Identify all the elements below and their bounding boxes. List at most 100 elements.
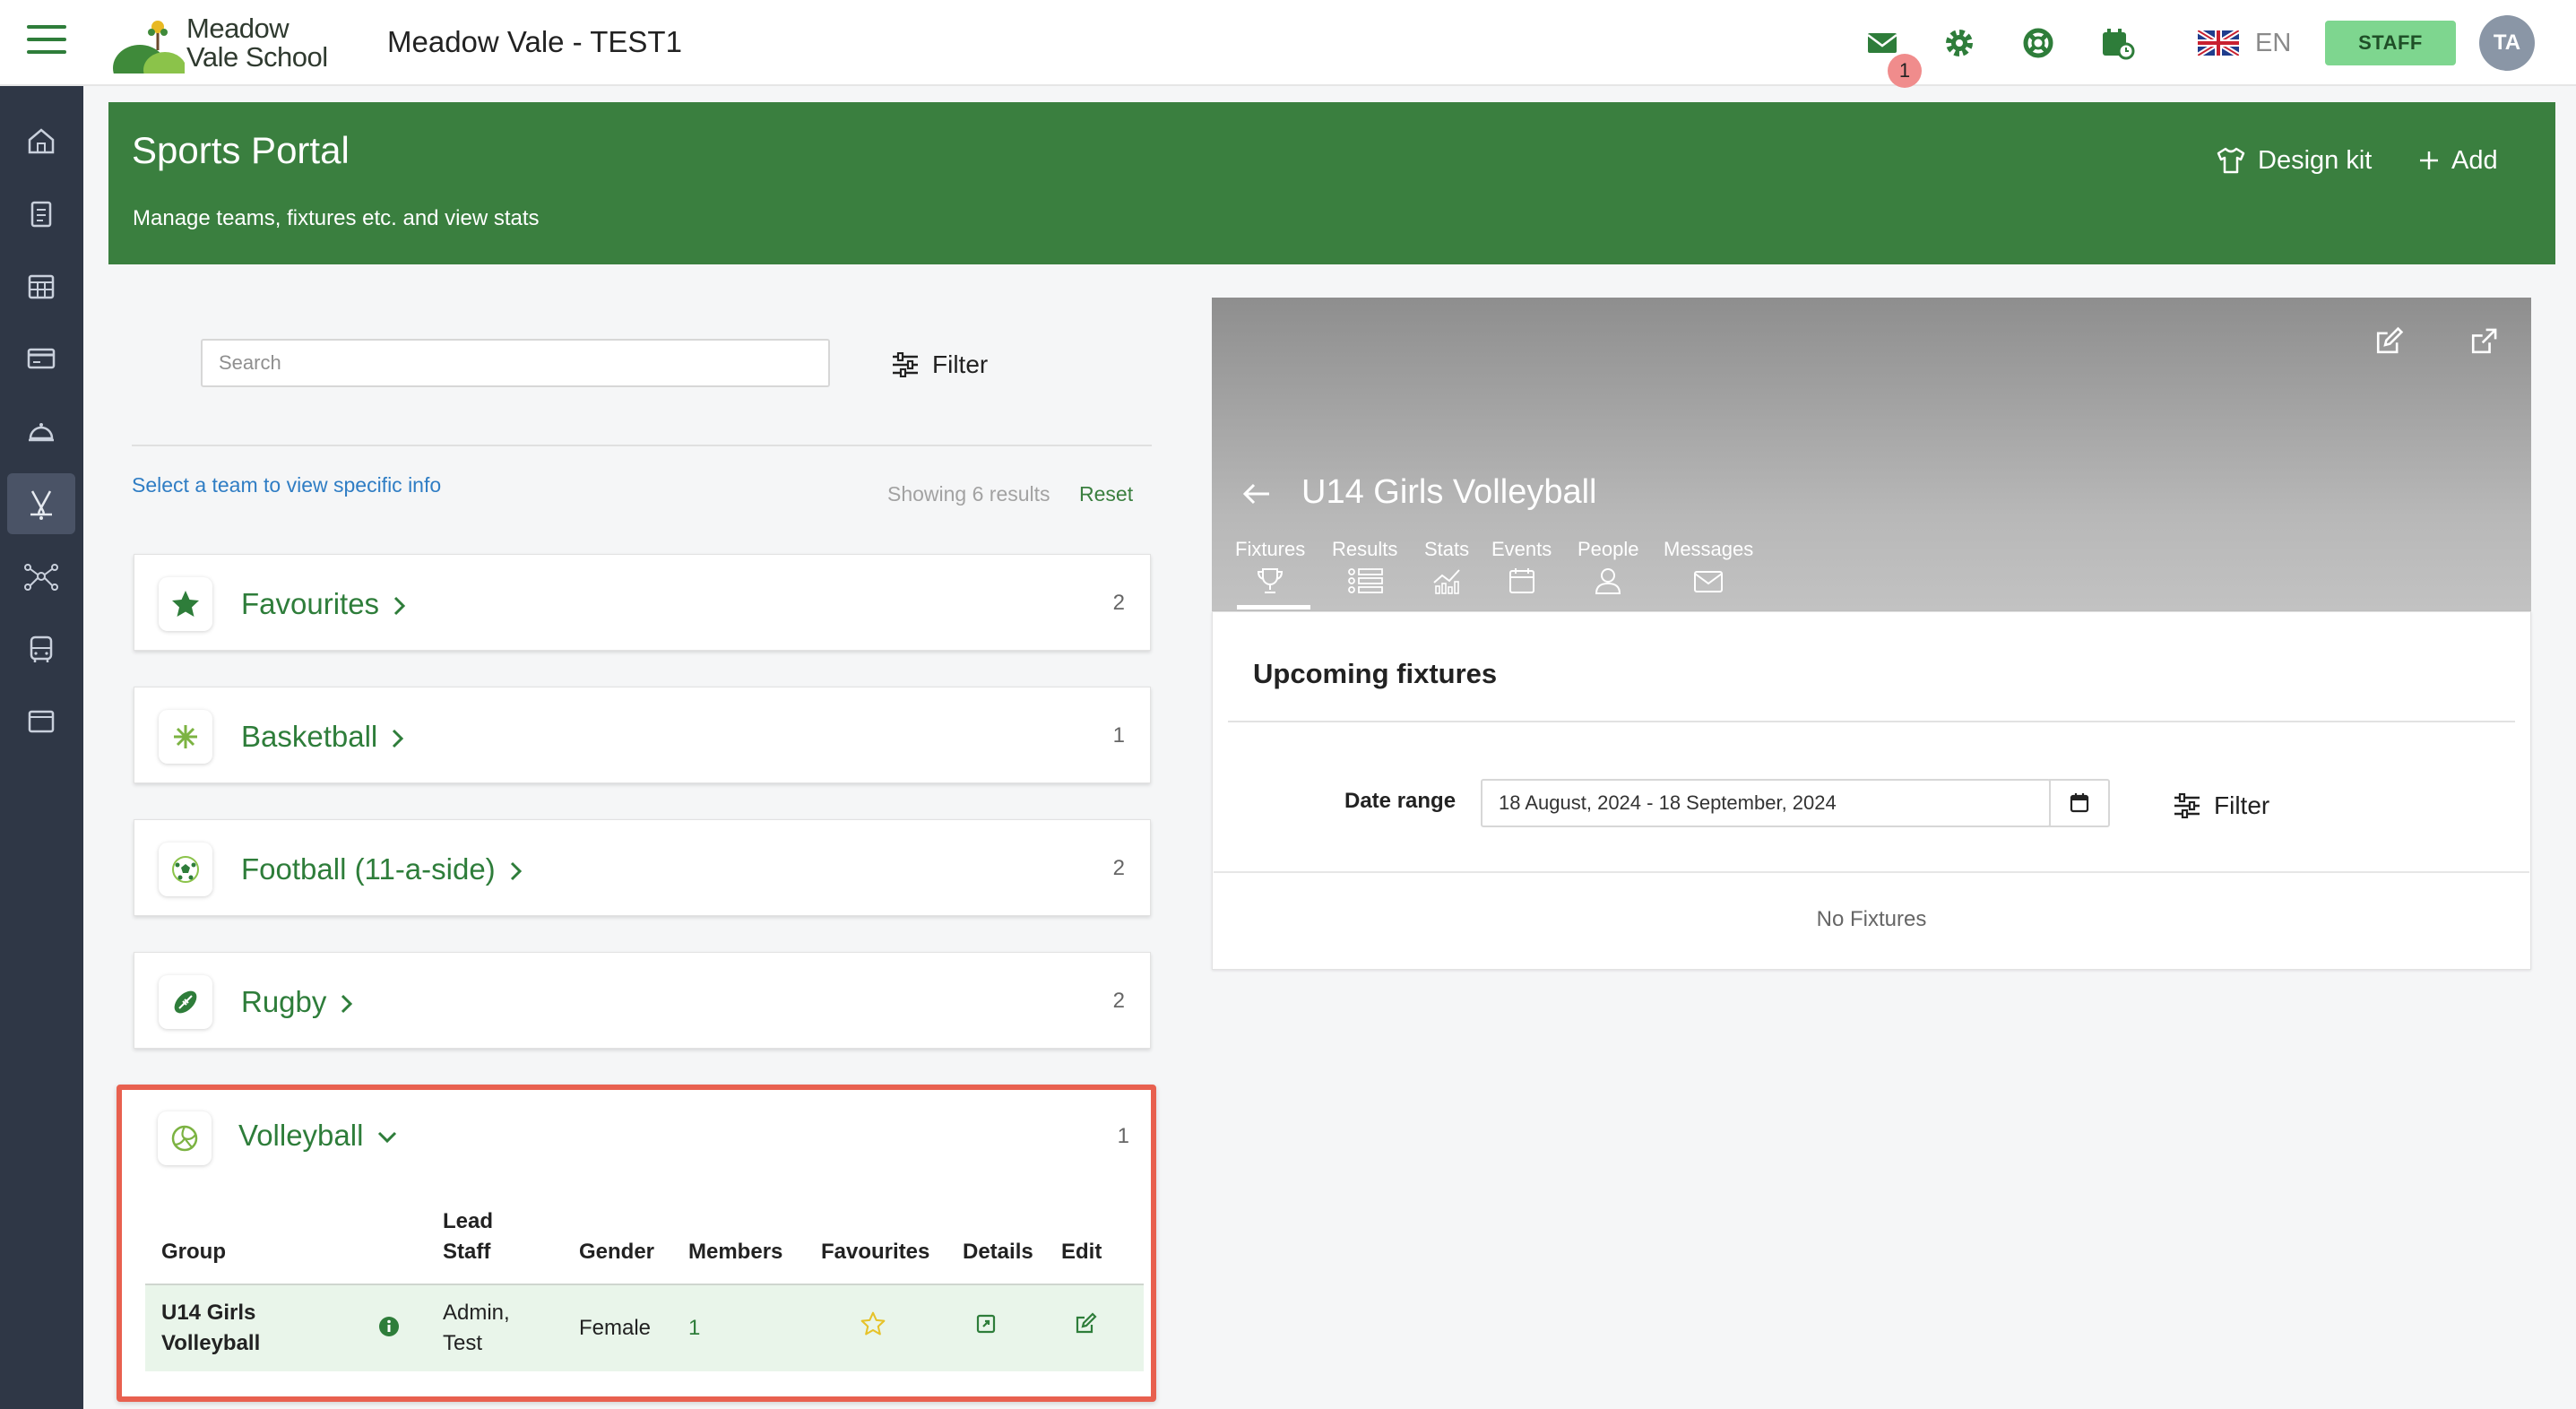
school-logo[interactable]: Meadow Vale School	[113, 13, 328, 73]
basketball-icon	[159, 710, 212, 764]
sport-card-basketball[interactable]: Basketball 1	[134, 687, 1151, 783]
filter-button[interactable]: Filter	[891, 345, 988, 385]
sidebar-item-tasks[interactable]	[7, 183, 75, 244]
card-icon	[27, 348, 56, 369]
column-header-lead-staff: Lead Staff	[443, 1209, 494, 1264]
uk-flag-icon[interactable]	[2198, 30, 2239, 56]
filter-label: Filter	[2214, 791, 2270, 819]
cloche-icon	[29, 423, 54, 442]
add-button[interactable]: Add	[2417, 138, 2498, 183]
trophy-icon	[1258, 568, 1284, 593]
sport-card-rugby[interactable]: Rugby 2	[134, 952, 1151, 1049]
design-kit-button[interactable]: Design kit	[2215, 138, 2372, 183]
column-header-favourites: Favourites	[821, 1240, 930, 1264]
date-picker-button[interactable]	[2049, 779, 2110, 827]
tab-label: Events	[1491, 538, 1552, 560]
results-list-icon	[1347, 568, 1383, 593]
tab-people[interactable]: People	[1578, 538, 1639, 595]
language-label[interactable]: EN	[2255, 29, 2291, 58]
sport-name: Basketball	[241, 720, 406, 754]
group-cell[interactable]: U14 Girls Volleyball	[145, 1284, 427, 1371]
details-cell[interactable]	[947, 1284, 1045, 1371]
chevron-right-icon	[393, 730, 404, 748]
star-icon	[159, 577, 212, 631]
add-label: Add	[2451, 145, 2498, 175]
sport-name: Favourites	[241, 587, 408, 621]
results-count: Showing 6 results	[887, 482, 1050, 506]
gear-icon[interactable]	[1941, 25, 1977, 61]
sidebar-item-window[interactable]	[7, 691, 75, 752]
sport-team-count: 1	[1117, 1124, 1129, 1148]
tab-results[interactable]: Results	[1332, 538, 1397, 595]
envelope-icon	[1694, 571, 1724, 592]
sidebar-item-transport[interactable]	[7, 618, 75, 679]
edit-cell[interactable]	[1045, 1284, 1144, 1371]
divider	[1228, 721, 2515, 722]
calendar-icon	[1508, 568, 1534, 593]
sport-team-count: 1	[1112, 723, 1125, 748]
fixtures-filter-button[interactable]: Filter	[2173, 786, 2269, 826]
sidebar-item-payments[interactable]	[7, 328, 75, 389]
sidebar	[0, 86, 83, 1409]
sidebar-item-catering[interactable]	[7, 401, 75, 462]
chevron-right-icon	[510, 862, 522, 881]
tab-stats[interactable]: Stats	[1424, 538, 1469, 595]
sport-name: Volleyball	[238, 1119, 399, 1153]
favourite-star-icon[interactable]	[860, 1311, 886, 1336]
back-arrow-icon[interactable]	[1240, 480, 1273, 507]
sport-team-count: 2	[1112, 856, 1125, 880]
messages-badge: 1	[1888, 54, 1922, 88]
column-header-members: Members	[688, 1240, 783, 1264]
open-details-icon[interactable]	[975, 1313, 997, 1335]
chevron-right-icon	[341, 995, 353, 1014]
help-lifebuoy-icon[interactable]	[2020, 25, 2056, 61]
sidebar-item-sports[interactable]	[7, 473, 75, 534]
sidebar-item-home[interactable]	[7, 110, 75, 171]
sport-card-favourites[interactable]: Favourites 2	[134, 554, 1151, 651]
reset-link[interactable]: Reset	[1079, 482, 1133, 506]
tab-label: People	[1578, 538, 1639, 560]
team-header	[1212, 298, 2531, 611]
tab-label: Messages	[1664, 538, 1754, 560]
logo-hills-icon	[113, 21, 185, 73]
table-row[interactable]: U14 Girls Volleyball Admin, Test Female 1	[145, 1284, 1144, 1371]
column-header-gender: Gender	[579, 1240, 655, 1264]
table-header-row: Group Lead Staff Gender Members Favourite…	[145, 1206, 1144, 1284]
avatar[interactable]: TA	[2479, 15, 2535, 71]
tab-messages[interactable]: Messages	[1664, 538, 1753, 595]
calendar-clock-icon[interactable]	[2099, 25, 2135, 61]
favourites-cell[interactable]	[805, 1284, 947, 1371]
edit-team-icon[interactable]	[2373, 326, 2404, 357]
staff-role-button[interactable]: STAFF	[2325, 21, 2456, 65]
page-banner: Sports Portal Manage teams, fixtures etc…	[108, 102, 2555, 264]
volleyball-icon	[158, 1111, 212, 1165]
column-header-details: Details	[963, 1240, 1033, 1264]
upcoming-fixtures-title: Upcoming fixtures	[1253, 658, 1498, 689]
rugby-icon	[159, 975, 212, 1029]
tab-events[interactable]: Events	[1491, 538, 1552, 595]
sport-team-count: 2	[1112, 591, 1125, 615]
sport-name: Football (11-a-side)	[241, 852, 524, 886]
external-link-icon[interactable]	[2468, 326, 2499, 357]
date-range-input[interactable]: 18 August, 2024 - 18 September, 2024	[1481, 779, 2051, 827]
sidebar-item-network[interactable]	[7, 546, 75, 607]
column-header-group: Group	[161, 1240, 226, 1264]
members-cell[interactable]: 1	[672, 1284, 805, 1371]
info-icon[interactable]	[378, 1316, 400, 1337]
sport-card-football[interactable]: Football (11-a-side) 2	[134, 819, 1151, 916]
tab-label: Stats	[1424, 538, 1470, 560]
edit-icon[interactable]	[1074, 1312, 1097, 1336]
tab-label: Results	[1332, 538, 1398, 560]
divider	[1214, 871, 2529, 873]
sport-team-count: 2	[1112, 989, 1125, 1013]
date-range-label: Date range	[1344, 789, 1457, 813]
search-input[interactable]	[201, 339, 830, 387]
calendar-grid-icon	[28, 274, 55, 299]
stats-chart-icon	[1433, 569, 1460, 594]
tab-fixtures[interactable]: Fixtures	[1235, 538, 1305, 595]
calendar-icon	[2070, 793, 2089, 813]
menu-icon[interactable]	[27, 25, 66, 61]
gender-cell: Female	[563, 1284, 672, 1371]
sidebar-item-calendar[interactable]	[7, 255, 75, 316]
sport-card-volleyball[interactable]: Volleyball 1 Group Lead Staff Gender Memb…	[117, 1085, 1156, 1402]
